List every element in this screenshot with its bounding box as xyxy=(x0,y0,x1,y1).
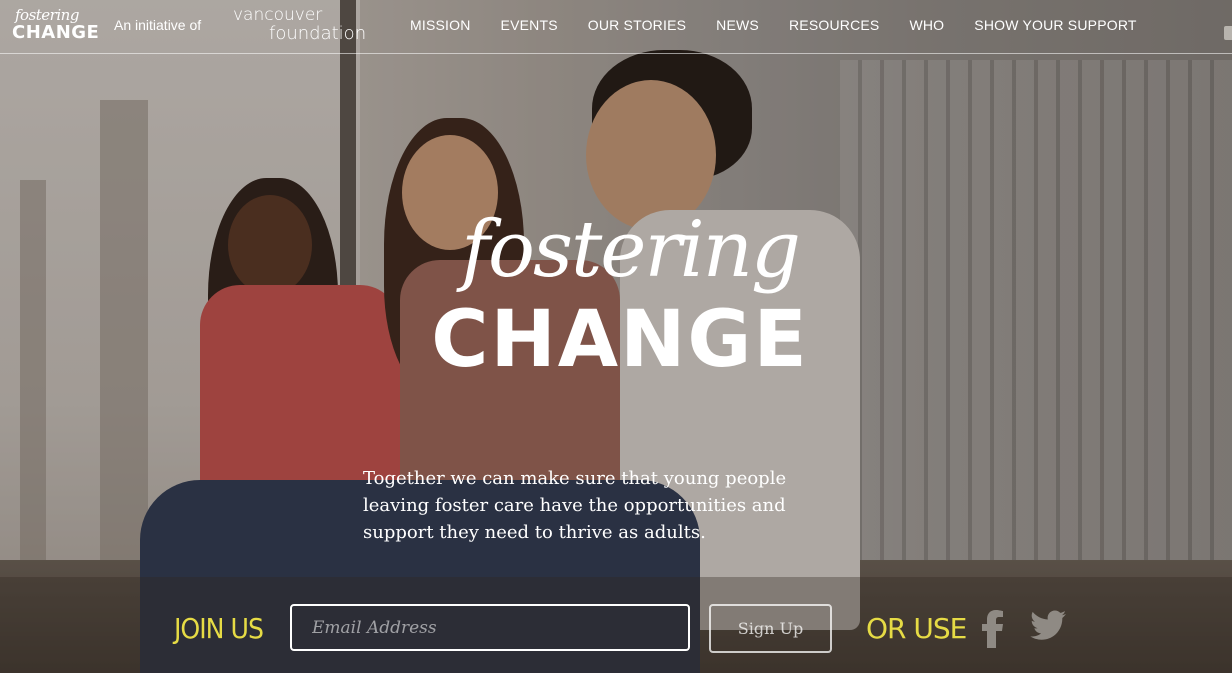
hero-logo-script: fostering xyxy=(461,205,801,295)
hero-logo-caps: CHANGE xyxy=(431,295,809,385)
nav-who[interactable]: WHO xyxy=(909,17,944,33)
partner-name-line1: vancouver xyxy=(233,5,323,25)
scroll-indicator[interactable] xyxy=(1224,26,1232,40)
twitter-icon[interactable] xyxy=(1030,610,1066,647)
hero-tagline: Together we can make sure that young peo… xyxy=(363,468,787,543)
sign-up-button[interactable]: Sign Up xyxy=(709,604,832,653)
logo-script-text: fostering xyxy=(15,6,79,24)
partner-logo[interactable]: vancouver foundation xyxy=(233,7,366,44)
facebook-icon[interactable] xyxy=(982,610,1004,653)
join-us-label: JOIN US xyxy=(174,612,264,645)
site-logo[interactable]: fostering CHANGE xyxy=(12,6,100,46)
main-nav: MISSION EVENTS OUR STORIES NEWS RESOURCE… xyxy=(410,17,1137,33)
partner-name-line2: foundation xyxy=(269,23,367,44)
logo-caps-text: CHANGE xyxy=(12,22,100,43)
nav-show-your-support[interactable]: SHOW YOUR SUPPORT xyxy=(974,17,1136,33)
nav-news[interactable]: NEWS xyxy=(716,17,759,33)
or-use-label: OR USE xyxy=(866,612,967,645)
nav-mission[interactable]: MISSION xyxy=(410,17,471,33)
top-navigation: fostering CHANGE An initiative of vancou… xyxy=(0,0,1232,54)
nav-our-stories[interactable]: OUR STORIES xyxy=(588,17,686,33)
hero-logo: fostering CHANGE xyxy=(430,205,810,385)
initiative-text: An initiative of xyxy=(114,17,202,33)
nav-events[interactable]: EVENTS xyxy=(501,17,558,33)
nav-resources[interactable]: RESOURCES xyxy=(789,17,879,33)
email-field[interactable] xyxy=(290,604,690,651)
